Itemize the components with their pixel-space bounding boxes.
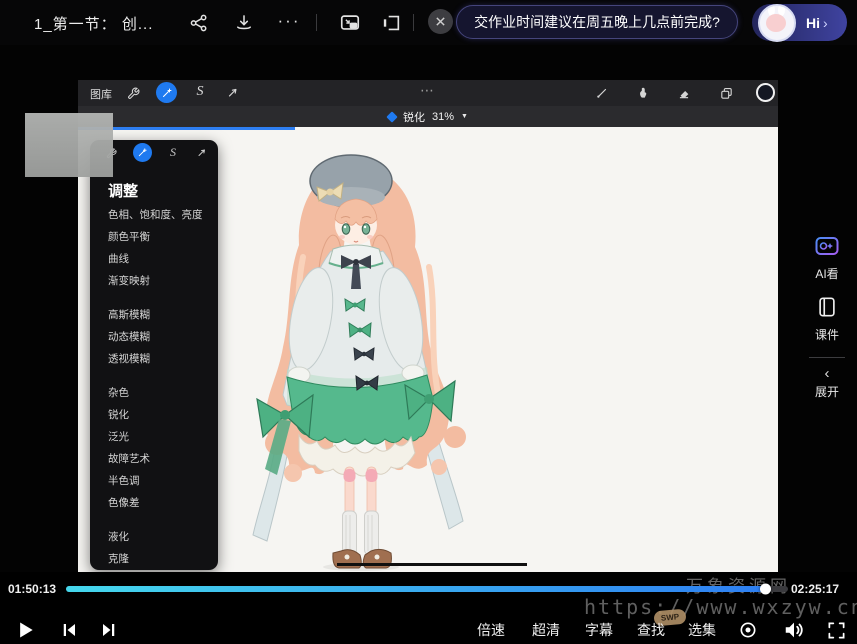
watermark-site: 万象资源网 — [686, 572, 791, 597]
video-title: 1_第一节： 创... — [34, 13, 153, 34]
fullscreen-icon[interactable] — [827, 619, 846, 641]
quality-button[interactable]: 超清 — [532, 619, 560, 641]
speed-button[interactable]: 倍速 — [477, 619, 505, 641]
expand-label: 展开 — [802, 383, 852, 400]
menu-item[interactable]: 色相、饱和度、亮度 — [90, 204, 218, 226]
courseware-button[interactable]: 课件 — [802, 296, 852, 343]
blue-diamond-icon — [386, 111, 397, 122]
notification-banner[interactable]: 交作业时间建议在周五晚上几点前完成? — [456, 5, 738, 39]
app-window: 1_第一节： 创... ··· — [0, 0, 857, 644]
menu-item[interactable]: 杂色 — [90, 382, 218, 404]
subtitle-button[interactable]: 字幕 — [585, 619, 613, 641]
expand-button[interactable]: ‹ 展开 — [802, 368, 852, 400]
menu-item[interactable]: 克隆 — [90, 548, 218, 570]
video-stage[interactable]: 图库 S ⋯ — [0, 45, 857, 572]
current-time: 01:50:13 — [8, 582, 56, 596]
total-time: 02:25:17 — [791, 582, 839, 596]
menu-item[interactable]: 曲线 — [90, 248, 218, 270]
previous-episode-button[interactable] — [60, 619, 78, 641]
assistant-pill[interactable]: Hi › — [752, 4, 847, 41]
video-frame: 图库 S ⋯ — [78, 80, 778, 572]
progress-fill — [66, 586, 766, 592]
color-picker-icon[interactable] — [756, 83, 775, 102]
menu-item[interactable]: 高斯模糊 — [90, 304, 218, 326]
volume-icon[interactable] — [783, 619, 805, 641]
transform-arrow-icon[interactable] — [224, 84, 242, 102]
more-icon[interactable]: ··· — [277, 9, 301, 33]
titlebar: 1_第一节： 创... ··· — [0, 0, 857, 45]
download-icon[interactable] — [232, 11, 256, 35]
episodes-button[interactable]: 选集 — [688, 619, 716, 641]
share-icon[interactable] — [187, 11, 211, 35]
menu-item[interactable]: 液化 — [90, 526, 218, 548]
brush-icon[interactable] — [593, 84, 611, 102]
wrench-icon[interactable] — [124, 84, 142, 102]
chevron-down-icon: ▼ — [461, 113, 468, 120]
rail-divider — [809, 357, 845, 358]
progress-handle[interactable] — [760, 584, 771, 595]
ai-watch-label: AI看 — [802, 265, 852, 282]
picture-in-picture-icon[interactable] — [338, 11, 362, 35]
toolbar-more-icon[interactable]: ⋯ — [420, 82, 435, 99]
layers-icon[interactable] — [717, 84, 735, 102]
progress-bar[interactable] — [66, 586, 788, 592]
selection-icon[interactable]: S — [191, 83, 209, 101]
menu-item[interactable]: 半色调 — [90, 470, 218, 492]
right-rail: AI看 课件 ‹ 展开 — [802, 235, 852, 414]
sharpen-label: 锐化 — [403, 109, 425, 125]
ai-watch-button[interactable]: AI看 — [802, 235, 852, 282]
gallery-button[interactable]: 图库 — [90, 86, 112, 102]
record-icon[interactable] — [738, 619, 758, 641]
titlebar-separator — [413, 14, 414, 31]
chevron-left-icon: ‹ — [802, 368, 852, 380]
menu-item[interactable]: 色像差 — [90, 492, 218, 514]
avatar — [758, 4, 796, 42]
sharpen-value-bar[interactable]: 锐化 31% ▼ — [78, 106, 778, 127]
chevron-right-icon: › — [823, 15, 828, 31]
hi-label: Hi — [806, 15, 820, 31]
procreate-toolbar: 图库 S ⋯ — [78, 80, 778, 106]
avatar-face — [766, 14, 786, 32]
smudge-icon[interactable] — [634, 84, 652, 102]
panel-selection-icon[interactable]: S — [165, 144, 181, 160]
watermark-url: https://www.wxzyw.cn — [584, 595, 857, 619]
sharpen-value: 31% — [432, 111, 454, 123]
panel-adjustments-wand-icon[interactable] — [133, 143, 152, 162]
menu-item[interactable]: 故障艺术 — [90, 448, 218, 470]
canvas-scrub-line — [337, 563, 527, 566]
titlebar-separator — [316, 14, 317, 31]
menu-item[interactable]: 透视模糊 — [90, 348, 218, 370]
eraser-icon[interactable] — [675, 84, 693, 102]
courseware-label: 课件 — [802, 326, 852, 343]
find-button[interactable]: 查找 — [637, 619, 665, 641]
drawing-canvas[interactable]: S 调整 色相、饱和度、亮度颜色平衡曲线渐变映射高斯模糊动态模糊透视模糊杂色锐化… — [78, 127, 778, 572]
adjustments-panel: S 调整 色相、饱和度、亮度颜色平衡曲线渐变映射高斯模糊动态模糊透视模糊杂色锐化… — [90, 140, 218, 570]
menu-item[interactable]: 泛光 — [90, 426, 218, 448]
adjustments-menu-list: 色相、饱和度、亮度颜色平衡曲线渐变映射高斯模糊动态模糊透视模糊杂色锐化泛光故障艺… — [90, 204, 218, 572]
player-bar: 万象资源网 01:50:13 02:25:17 https://www.wxzy… — [0, 572, 857, 644]
anime-girl-illustration — [233, 137, 523, 572]
menu-item[interactable]: 颜色平衡 — [90, 226, 218, 248]
menu-item[interactable]: 渐变映射 — [90, 270, 218, 292]
adjustments-wand-icon[interactable] — [156, 82, 177, 103]
close-icon[interactable] — [428, 9, 453, 34]
next-episode-button[interactable] — [100, 619, 118, 641]
dock-window-icon[interactable] — [379, 11, 403, 35]
panel-transform-arrow-icon[interactable] — [194, 145, 210, 161]
notification-text: 交作业时间建议在周五晚上几点前完成? — [474, 12, 720, 32]
play-button[interactable] — [16, 619, 36, 641]
menu-item[interactable]: 锐化 — [90, 404, 218, 426]
adjustments-title: 调整 — [108, 180, 138, 201]
menu-item[interactable]: 动态模糊 — [90, 326, 218, 348]
gray-overlay-box — [25, 113, 113, 177]
